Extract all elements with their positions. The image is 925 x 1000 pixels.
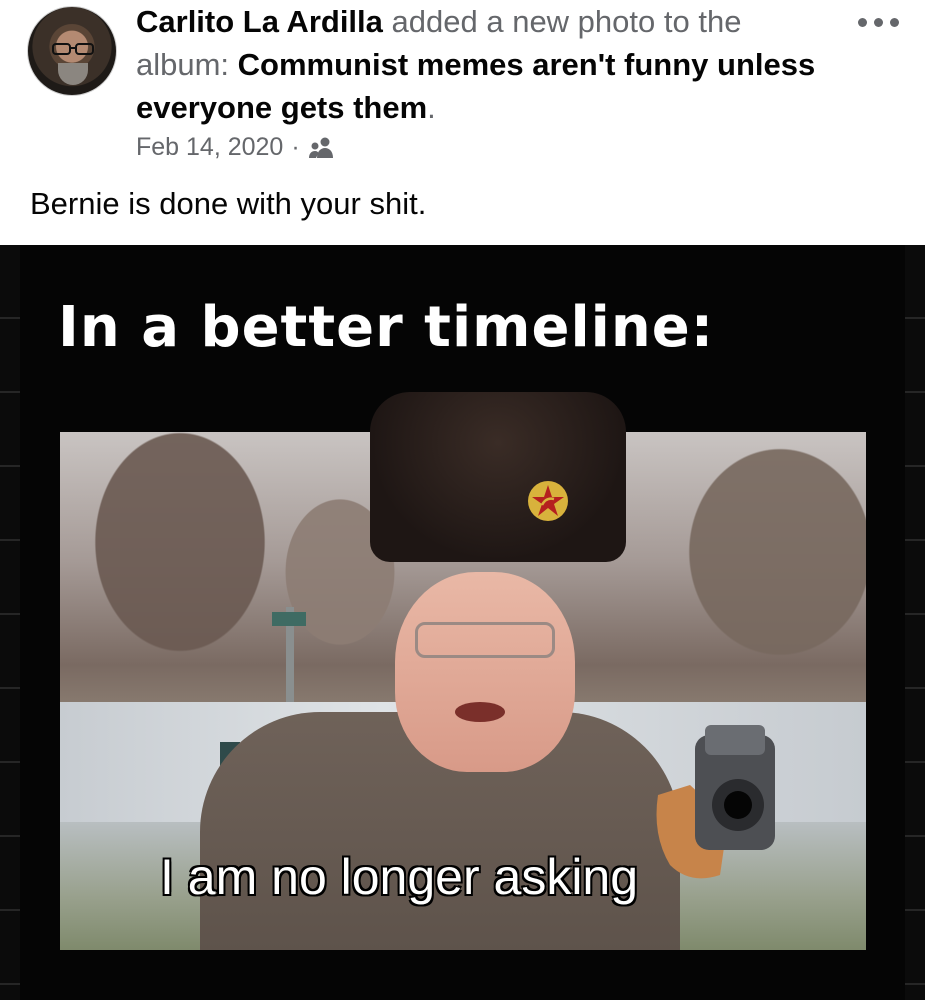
photo-border-left — [0, 245, 20, 1000]
post-headline: Carlito La Ardilla added a new photo to … — [136, 0, 836, 129]
post-meta: Feb 14, 2020 · — [136, 133, 336, 162]
more-dot-icon — [857, 17, 867, 27]
author-name[interactable]: Carlito La Ardilla — [136, 4, 383, 39]
more-options-button[interactable] — [848, 8, 908, 36]
meme-top-text: In a better timeline: — [58, 295, 715, 360]
meme-bottom-text: I am no longer asking — [160, 849, 639, 905]
post-photo[interactable]: In a better timeline: I am no longer ask… — [0, 245, 925, 1000]
person-face — [395, 572, 575, 772]
post-caption: Bernie is done with your shit. — [30, 186, 427, 221]
fur-hat — [370, 392, 626, 562]
post-date[interactable]: Feb 14, 2020 — [136, 133, 283, 162]
person-glasses — [415, 622, 555, 658]
avatar-beard — [58, 63, 88, 85]
glasses-icon — [52, 43, 94, 55]
person-mouth — [455, 702, 505, 722]
more-dot-icon — [889, 17, 899, 27]
author-avatar[interactable] — [27, 6, 117, 96]
more-dot-icon — [873, 17, 883, 27]
photo-border-right — [905, 245, 925, 1000]
headline-period: . — [427, 90, 436, 125]
pistol-icon — [656, 725, 775, 879]
post-header: Carlito La Ardilla added a new photo to … — [0, 0, 925, 245]
album-name-link[interactable]: Communist memes aren't funny unless ever… — [136, 47, 815, 125]
hammer-sickle-badge-icon — [528, 481, 568, 521]
friends-icon[interactable] — [308, 136, 336, 160]
meta-separator: · — [291, 133, 300, 161]
